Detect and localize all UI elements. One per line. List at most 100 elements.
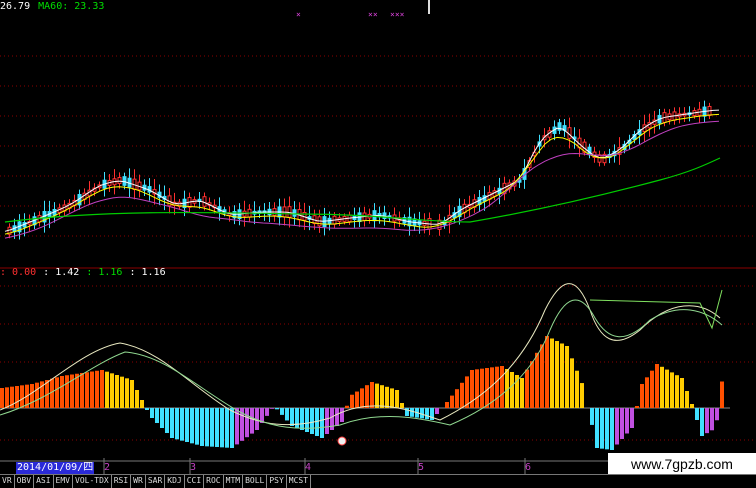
histogram-bar-negative: [220, 408, 224, 448]
histogram-bar-negative: [180, 408, 184, 441]
histogram-bar-negative: [250, 408, 254, 434]
histogram-bar-negative: [310, 408, 314, 434]
histogram-bar-positive: [575, 370, 579, 408]
histogram-bar-negative: [280, 408, 284, 415]
histogram-bar-negative: [590, 408, 594, 425]
histogram-bar-positive: [5, 387, 9, 408]
histogram-bar-positive: [445, 402, 449, 408]
histogram-bar-negative: [195, 408, 199, 445]
histogram-bar-positive: [680, 378, 684, 408]
histogram-bar-negative: [710, 408, 714, 431]
histogram-bar-positive: [385, 386, 389, 408]
histogram-bar-positive: [120, 376, 124, 408]
histogram-bar-negative: [175, 408, 179, 440]
histogram-bar-negative: [215, 408, 219, 447]
histogram-bar-positive: [530, 361, 534, 408]
histogram-bar-positive: [690, 404, 694, 408]
histogram-bar-negative: [185, 408, 189, 442]
histogram-bar-negative: [630, 408, 634, 428]
histogram-bar-negative: [155, 408, 159, 423]
histogram-bar-positive: [525, 369, 529, 408]
tab-cci[interactable]: CCI: [184, 475, 205, 488]
tab-mcst[interactable]: MCST: [286, 475, 312, 488]
tab-rsi[interactable]: RSI: [111, 475, 132, 488]
tab-wr[interactable]: WR: [131, 475, 146, 488]
histogram-bar-negative: [165, 408, 169, 433]
histogram-bar-positive: [495, 366, 499, 408]
histogram-bar-negative: [145, 408, 149, 410]
histogram-bar-positive: [125, 378, 129, 408]
histogram-bar-negative: [410, 408, 414, 417]
tab-sar[interactable]: SAR: [145, 475, 166, 488]
ma-short-line: [4, 109, 720, 232]
histogram-bar-negative: [275, 408, 279, 410]
tab-kdj[interactable]: KDJ: [165, 475, 185, 488]
histogram-bar-positive: [65, 375, 69, 408]
candle-up: [202, 196, 207, 207]
histogram-bar-positive: [450, 395, 454, 408]
histogram-bar-positive: [580, 383, 584, 408]
tab-boll[interactable]: BOLL: [243, 475, 268, 488]
histogram-bar-negative: [300, 408, 304, 430]
tab-asi[interactable]: ASI: [34, 475, 54, 488]
histogram-bar-positive: [75, 373, 79, 408]
signal-line-3: [589, 289, 723, 330]
ma60-value: MA60: 23.33: [38, 1, 105, 12]
histogram-bar-positive: [370, 382, 374, 408]
histogram-bar-positive: [565, 346, 569, 408]
histogram-bar-positive: [135, 390, 139, 408]
histogram-bar-negative: [190, 408, 194, 444]
tab-vr[interactable]: VR: [0, 475, 15, 488]
histogram-bar-positive: [535, 352, 539, 408]
histogram-bar-negative: [605, 408, 609, 450]
histogram-bar-positive: [20, 385, 24, 408]
histogram-bar-positive: [90, 371, 94, 408]
ma60-line: [4, 157, 721, 223]
histogram-bar-positive: [560, 343, 564, 408]
tab-roc[interactable]: ROC: [204, 475, 224, 488]
histogram-bar-positive: [95, 370, 99, 408]
histogram-bar-negative: [225, 408, 229, 448]
histogram-bar-positive: [15, 386, 19, 408]
candle-down: [122, 176, 127, 186]
histogram-bar-positive: [35, 382, 39, 408]
tab-mtm[interactable]: MTM: [223, 475, 244, 488]
histogram-bar-positive: [500, 366, 504, 408]
histogram-bar-positive: [30, 384, 34, 408]
histogram-bar-positive: [640, 384, 644, 408]
histogram-bar-positive: [645, 377, 649, 408]
histogram-bar-positive: [550, 338, 554, 408]
histogram-bar-positive: [110, 373, 114, 408]
histogram-bar-positive: [650, 370, 654, 408]
histogram-bar-positive: [355, 391, 359, 408]
histogram-bar-positive: [545, 336, 549, 408]
indicator-value-1: : 0.00: [0, 267, 37, 278]
tab-obv[interactable]: OBV: [14, 475, 35, 488]
signal-marker: ×: [296, 10, 301, 19]
histogram-bar-negative: [160, 408, 164, 428]
histogram-bar-negative: [715, 408, 719, 421]
histogram-bar-negative: [595, 408, 599, 448]
histogram-bar-positive: [660, 366, 664, 408]
histogram-bar-negative: [335, 408, 339, 426]
histogram-bar-negative: [600, 408, 604, 449]
histogram-bar-positive: [480, 368, 484, 408]
histogram-bar-positive: [0, 388, 4, 408]
histogram-bar-positive: [460, 382, 464, 408]
tab-vol-tdx[interactable]: VOL-TDX: [73, 475, 112, 488]
chart-panel[interactable]: [0, 0, 756, 487]
histogram-bar-positive: [510, 372, 514, 408]
x-tick: 4: [305, 462, 312, 473]
tab-emv[interactable]: EMV: [53, 475, 73, 488]
tab-psy[interactable]: PSY: [267, 475, 287, 488]
histogram-bar-negative: [420, 408, 424, 419]
histogram-bar-positive: [100, 370, 104, 408]
ma-prev-value: 26.79: [0, 1, 31, 12]
histogram-bar-positive: [60, 376, 64, 408]
histogram-bar-positive: [360, 388, 364, 408]
cursor-marker: [337, 436, 347, 446]
histogram-bar-negative: [615, 408, 619, 445]
histogram-bar-positive: [555, 341, 559, 408]
histogram-bar-positive: [85, 372, 89, 408]
histogram-bar-negative: [425, 408, 429, 420]
